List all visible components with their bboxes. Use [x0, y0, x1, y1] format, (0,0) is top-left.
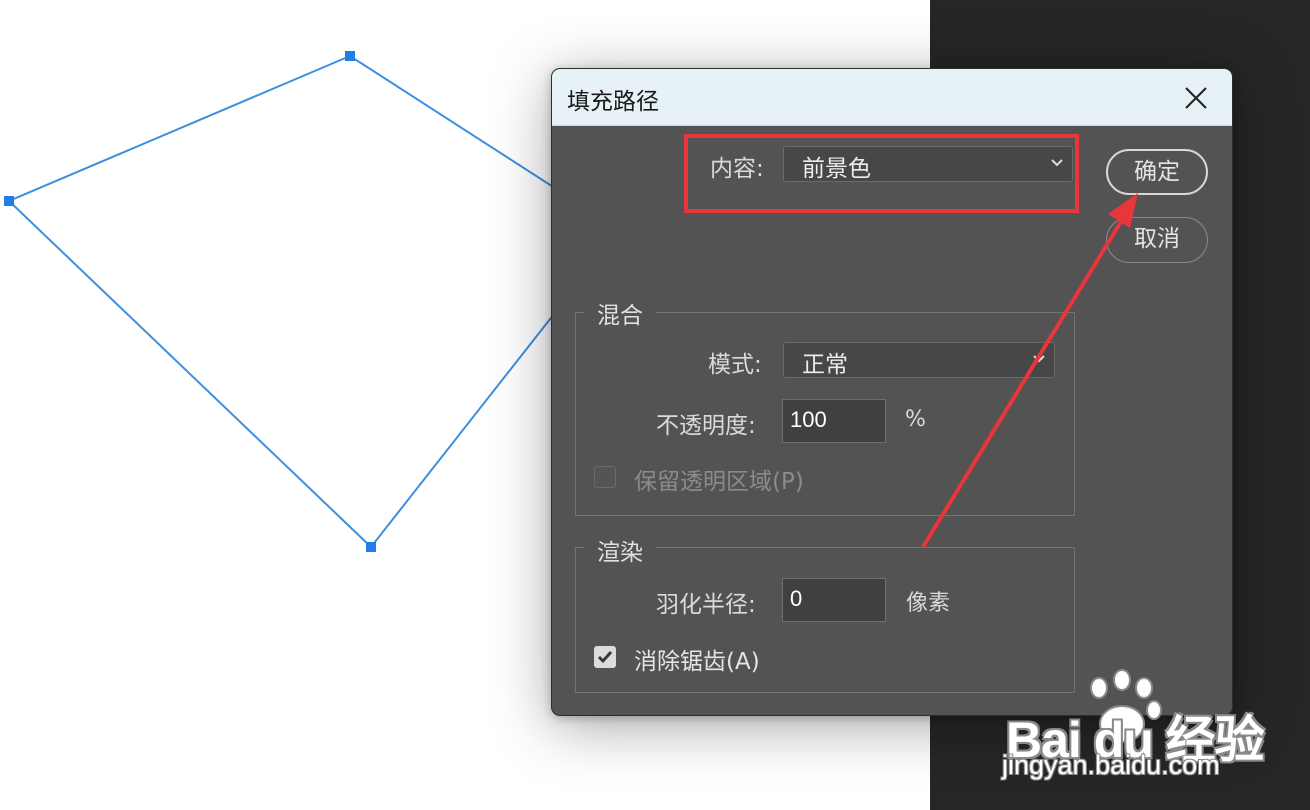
mode-dropdown[interactable]: 正常	[783, 342, 1055, 378]
opacity-unit: %	[905, 407, 926, 432]
mode-label: 模式:	[708, 352, 762, 378]
work-path-outline	[7, 54, 622, 549]
highlight-box-annotation	[684, 134, 1079, 213]
preserve-transparency-label: 保留透明区域(P)	[634, 469, 804, 495]
checkmark-icon	[597, 651, 613, 664]
close-button[interactable]	[1179, 81, 1213, 115]
feather-radius-input[interactable]: 0	[782, 578, 886, 622]
mode-value: 正常	[802, 352, 848, 378]
ok-button[interactable]: 确定	[1106, 149, 1208, 195]
feather-radius-unit: 像素	[906, 591, 951, 616]
dialog-title: 填充路径	[567, 89, 659, 115]
anti-alias-checkbox[interactable]	[594, 646, 616, 668]
close-icon	[1185, 87, 1207, 109]
baidu-jingyan-watermark: Bai du 经验 jingyan.baidu.com	[1000, 666, 1300, 796]
anchor-point-top[interactable]	[345, 51, 355, 61]
anti-alias-label: 消除锯齿(A)	[634, 649, 760, 675]
cancel-button[interactable]: 取消	[1106, 217, 1208, 263]
feather-radius-label: 羽化半径:	[656, 592, 756, 618]
watermark-url: jingyan.baidu.com	[1002, 750, 1220, 780]
blending-group-title: 混合	[584, 296, 656, 330]
anchor-point-left[interactable]	[4, 196, 14, 206]
dialog-titlebar[interactable]: 填充路径	[552, 69, 1232, 126]
anchor-point-bottom[interactable]	[366, 542, 376, 552]
preserve-transparency-checkbox[interactable]	[594, 466, 616, 488]
opacity-label: 不透明度:	[656, 413, 756, 439]
rendering-group-title: 渲染	[584, 533, 656, 567]
chevron-down-icon	[1033, 355, 1045, 363]
opacity-input[interactable]: 100	[782, 399, 886, 443]
